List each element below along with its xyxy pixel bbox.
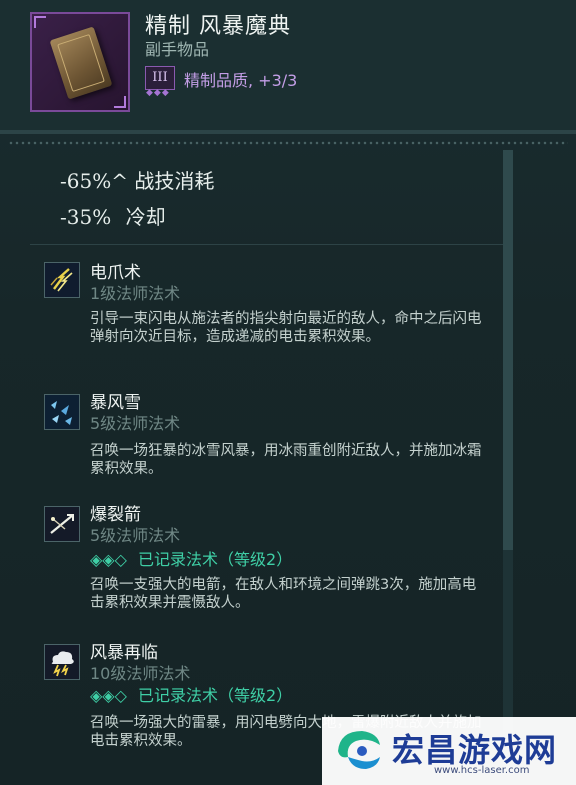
recorded-spell-status: ◈◈◇ 已记录法术（等级2）	[90, 546, 292, 570]
item-tooltip: 精制 风暴魔典 副手物品 III ◆◆◆ 精制品质, +3/3 -65%^ 战技…	[0, 0, 576, 785]
quality-badge: III	[145, 66, 175, 90]
recorded-marks: ◈◈◇	[90, 550, 127, 569]
stat-value: -65%	[60, 169, 112, 193]
recorded-text: 已记录法术（等级2）	[138, 686, 293, 705]
skill-level: 1级法师法术	[90, 284, 181, 303]
recorded-marks: ◈◈◇	[90, 686, 127, 705]
quality-pips: ◆◆◆	[146, 88, 170, 98]
lightning-claw-icon	[44, 262, 80, 298]
section-divider	[30, 244, 508, 245]
stat-cooldown: -35% 冷却	[60, 201, 166, 230]
stat-label: 冷却	[125, 205, 166, 229]
skill-level: 10级法师法术	[90, 664, 191, 683]
blizzard-icon	[44, 394, 80, 430]
skill-level: 5级法师法术	[90, 414, 181, 433]
skill-level: 5级法师法术	[90, 526, 181, 545]
watermark-url: www.hcs-laser.com	[434, 765, 530, 776]
skill-description: 召唤一支强大的电箭，在敌人和环境之间弹跳3次，施加高电击累积效果并震慑敌人。	[90, 577, 477, 611]
skill-description: 召唤一场狂暴的冰雪风暴，用冰雨重创附近敌人，并施加冰霜累积效果。	[90, 443, 482, 477]
thumbnail-corner	[114, 96, 126, 108]
recorded-spell-status: ◈◈◇ 已记录法术（等级2）	[90, 682, 292, 706]
decorative-border	[8, 140, 568, 146]
quality-text: 精制品质, +3/3	[184, 71, 298, 90]
grimoire-icon	[49, 26, 113, 100]
stat-skill-cost: -65%^ 战技消耗	[60, 165, 214, 194]
stat-value: -35%	[60, 205, 112, 229]
burst-arrow-icon	[44, 506, 80, 542]
item-thumbnail	[30, 12, 130, 112]
item-header: 精制 风暴魔典 副手物品 III ◆◆◆ 精制品质, +3/3	[0, 0, 576, 130]
thumbnail-corner	[34, 16, 46, 28]
scrollbar-thumb[interactable]	[503, 150, 513, 550]
header-divider	[0, 130, 576, 134]
stat-label: 战技消耗	[134, 169, 215, 193]
skill-description: 引导一束闪电从施法者的指尖射向最近的敌人，命中之后闪电弹射向次近目标，造成递减的…	[90, 311, 482, 345]
recorded-text: 已记录法术（等级2）	[138, 550, 293, 569]
storm-cloud-icon	[44, 644, 80, 680]
watermark-logo-icon	[338, 731, 380, 769]
stat-suffix: ^	[111, 169, 128, 193]
site-watermark: 宏昌游戏网 www.hcs-laser.com	[322, 717, 576, 785]
item-type: 副手物品	[145, 40, 210, 59]
